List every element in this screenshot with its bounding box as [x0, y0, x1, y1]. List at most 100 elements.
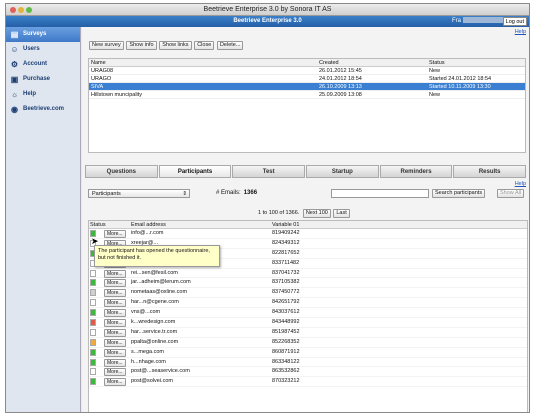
status-tooltip: The participant has opened the questionn…: [94, 245, 220, 267]
tab-questions[interactable]: Questions: [85, 165, 158, 178]
table-row[interactable]: URAG08 26.01.2012 15:45 New: [89, 67, 525, 75]
sidebar-item-purchase[interactable]: ▣ Purchase: [6, 72, 80, 87]
next-100-button[interactable]: Next 100: [302, 209, 331, 218]
more-button[interactable]: More...: [104, 338, 126, 347]
last-button[interactable]: Last: [333, 209, 350, 218]
tab-bar: Questions Participants Test Startup Remi…: [85, 165, 527, 178]
variable-cell: 870323212: [272, 378, 300, 385]
email-cell: vns@...com: [131, 309, 161, 316]
mouse-cursor-icon: ➤: [91, 236, 99, 246]
email-cell: post@solvei.com: [131, 378, 173, 385]
window-title: Beetrieve Enterprise 3.0 by Sonora IT AS: [203, 6, 332, 13]
variable-cell: 843037612: [272, 309, 300, 316]
users-icon: ☺: [10, 45, 19, 54]
variable-cell: 863532862: [272, 368, 300, 375]
status-indicator: [90, 319, 96, 327]
show-info-button[interactable]: Show info: [126, 41, 157, 50]
table-row[interactable]: More... nometaas@oxline.com 837450772: [89, 288, 527, 299]
more-button[interactable]: More...: [104, 348, 126, 357]
table-row[interactable]: More... ppalta@online.com 852268352: [89, 338, 527, 348]
email-cell: har...service.tr.com: [131, 328, 178, 335]
email-cell: jar...adheim@lerum.com: [131, 279, 191, 286]
close-button[interactable]: Close: [194, 41, 215, 50]
status-indicator: [90, 348, 96, 356]
pager: 1 to 100 of 1366. Next 100 Last: [258, 209, 351, 218]
participants-select[interactable]: Participants ⇕: [88, 189, 190, 198]
help-link[interactable]: Help: [515, 29, 526, 35]
email-cell: k...wredesign.com: [131, 319, 176, 326]
more-button[interactable]: More...: [104, 328, 126, 337]
app-title: Beetrieve Enterprise 3.0: [233, 18, 302, 24]
table-header: Status Email address Variable 01: [89, 221, 527, 229]
email-cell: har...n@cgene.com: [131, 299, 179, 306]
table-row[interactable]: More... k...wredesign.com 843448992: [89, 318, 527, 328]
participants-toolbar: Participants ⇕ # Emails: 1366 Search parti…: [88, 189, 528, 201]
survey-toolbar: New survey Show info Show links Close De…: [89, 41, 244, 50]
variable-cell: 842651792: [272, 299, 300, 306]
sidebar-item-users[interactable]: ☺ Users: [6, 42, 80, 57]
status-indicator: [90, 299, 96, 307]
more-button[interactable]: More...: [104, 289, 126, 298]
delete-button[interactable]: Delete...: [216, 41, 244, 50]
tab-participants[interactable]: Participants: [158, 165, 232, 178]
table-row[interactable]: URAGO 24.01.2012 18:54 Started 24.01.2012 …: [89, 75, 525, 83]
emails-count: # Emails: 1366: [216, 190, 258, 196]
beetrieve-icon: ◉: [11, 105, 18, 114]
search-input[interactable]: [331, 189, 429, 198]
status-indicator: [90, 309, 96, 317]
email-cell: rei...sen@fesil.com: [131, 269, 178, 276]
tab-results[interactable]: Results: [453, 165, 527, 178]
variable-cell: 822817652: [272, 249, 300, 256]
show-links-button[interactable]: Show links: [159, 41, 192, 50]
table-row[interactable]: More... rei...sen@fesil.com 837041732: [89, 269, 527, 279]
table-row[interactable]: More... s...mega.com 860871912: [89, 348, 527, 358]
more-button[interactable]: More...: [104, 230, 126, 238]
status-indicator: [90, 289, 96, 297]
tab-startup[interactable]: Startup: [306, 165, 379, 178]
chevron-down-icon: ⇕: [182, 191, 187, 197]
table-row[interactable]: More... jar...adheim@lerum.com 837105382: [89, 278, 527, 289]
table-row[interactable]: More... har...service.tr.com 851987452: [89, 328, 527, 338]
table-row-selected[interactable]: SIVA 26.10.2009 13:13 Started 10.11.2009 1…: [89, 83, 525, 91]
tab-test[interactable]: Test: [232, 165, 306, 178]
search-participants-button[interactable]: Search participants: [432, 189, 486, 198]
table-row[interactable]: More... har...n@cgene.com 842651792: [89, 298, 527, 309]
cart-icon: ▣: [10, 75, 19, 84]
table-row[interactable]: More... post@solvei.com 870323212: [89, 377, 527, 388]
email-cell: s...mega.com: [131, 348, 165, 355]
email-cell: nometaas@oxline.com: [131, 289, 188, 296]
sidebar-item-account[interactable]: ⚙ Account: [6, 57, 80, 72]
email-cell: h...nhage.com: [131, 358, 166, 365]
more-button[interactable]: More...: [104, 309, 126, 318]
status-indicator: [90, 378, 96, 386]
sidebar-item-beetrieve[interactable]: ◉ Beetrieve.com: [6, 102, 80, 117]
window-titlebar: Beetrieve Enterprise 3.0 by Sonora IT AS: [6, 4, 529, 16]
new-survey-button[interactable]: New survey: [89, 41, 124, 50]
clipboard-icon: ▤: [10, 30, 19, 39]
minimize-window-icon[interactable]: [18, 7, 24, 13]
help-link[interactable]: Help: [515, 181, 526, 187]
table-row[interactable]: More... info@...r.com 819409242: [89, 229, 527, 239]
sidebar-item-help[interactable]: ☼ Help: [6, 87, 80, 102]
more-button[interactable]: More...: [104, 269, 126, 278]
more-button[interactable]: More...: [104, 279, 126, 288]
close-window-icon[interactable]: [10, 7, 16, 13]
zoom-window-icon[interactable]: [26, 7, 32, 13]
more-button[interactable]: More...: [104, 368, 126, 377]
logout-button[interactable]: Log out: [502, 17, 527, 26]
app-window: Beetrieve Enterprise 3.0 by Sonora IT AS…: [5, 3, 530, 413]
variable-cell: 819409242: [272, 230, 300, 236]
table-row[interactable]: More... vns@...com 843037612: [89, 308, 527, 319]
survey-table: Name Created Status URAG08 26.01.2012 15:…: [88, 58, 526, 153]
tab-reminders[interactable]: Reminders: [379, 165, 453, 178]
show-all-button[interactable]: Show All: [497, 189, 525, 198]
more-button[interactable]: More...: [104, 358, 126, 367]
table-row[interactable]: More... h...nhage.com 863348122: [89, 358, 527, 368]
more-button[interactable]: More...: [104, 378, 126, 387]
more-button[interactable]: More...: [104, 299, 126, 308]
sidebar-item-surveys[interactable]: ▤ Surveys: [6, 27, 80, 42]
table-row[interactable]: Hillstown muncipality 25.09.2009 13:08 New: [89, 91, 525, 99]
variable-cell: 852268352: [272, 338, 300, 345]
table-row[interactable]: More... post@...seaservice.com 863532862: [89, 367, 527, 378]
more-button[interactable]: More...: [104, 319, 126, 328]
